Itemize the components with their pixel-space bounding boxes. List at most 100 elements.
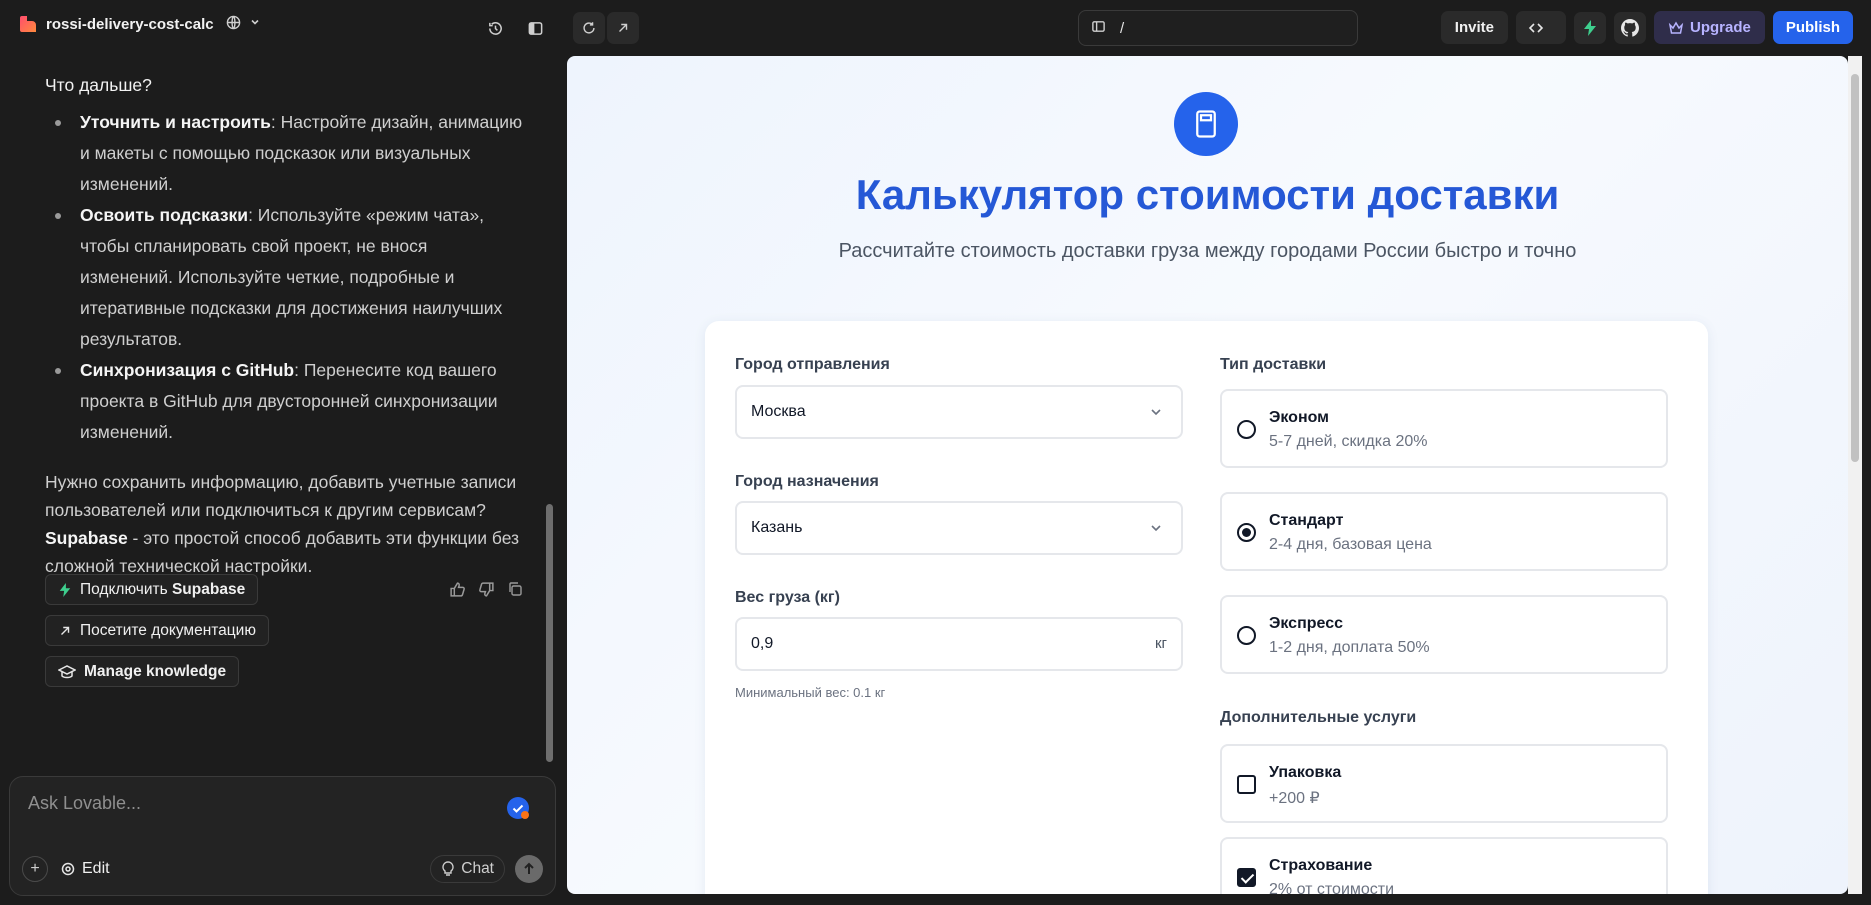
knowledge-label: Manage knowledge [84, 662, 227, 680]
page-title: Калькулятор стоимости доставки [855, 171, 1560, 218]
tips-list: Уточнить и настроить: Настройте дизайн, … [45, 107, 525, 448]
edit-label: Edit [82, 860, 110, 877]
manage-knowledge-button[interactable]: Manage knowledge [45, 656, 240, 687]
refresh-icon[interactable] [573, 12, 605, 44]
top-actions: Invite Upgrade Publish [1440, 11, 1853, 44]
option-desc: 5-7 дней, скидка 20% [1269, 433, 1428, 450]
composer-toolbar: + Edit Chat [22, 855, 543, 883]
option-desc: 2% от стоимости [1269, 881, 1395, 894]
list-item: Синхронизация с GitHub: Перенесите код в… [45, 355, 525, 448]
docs-label: Посетите документацию [80, 621, 256, 639]
sidebar-toggle-icon[interactable] [519, 12, 551, 44]
code-view-button[interactable] [1515, 11, 1566, 44]
weight-value: 0,9 [751, 635, 774, 652]
chat-action-buttons: Подключить Supabase Посетите документаци… [45, 574, 269, 687]
code-icon [1528, 22, 1544, 33]
extras-label: Дополнительные услуги [1220, 709, 1417, 726]
graduation-cap-icon [58, 664, 76, 678]
edit-button[interactable]: Edit [60, 860, 110, 878]
message-heading: Что дальше? [45, 75, 152, 95]
copy-icon[interactable] [507, 581, 523, 603]
tip-title: Освоить подсказки [80, 205, 249, 225]
radio-express[interactable] [1237, 626, 1256, 645]
list-item: Освоить подсказки: Используйте «режим ча… [45, 200, 525, 355]
app-preview: Калькулятор стоимости доставки Рассчитай… [567, 56, 1848, 894]
chat-mode-button[interactable]: Chat [430, 855, 505, 883]
destination-label: Город назначения [735, 473, 879, 490]
tip-title: Уточнить и настроить [80, 112, 271, 132]
tip-text: : Используйте «режим чата», чтобы сплани… [80, 205, 503, 349]
extra-option-insurance[interactable]: Страхование 2% от стоимости [1220, 837, 1668, 894]
target-icon [61, 862, 75, 876]
option-name: Эконом [1269, 409, 1330, 426]
chat-panel: Что дальше? Уточнить и настроить: Настро… [0, 56, 560, 905]
option-desc: +200 ₽ [1269, 790, 1320, 807]
weight-hint: Минимальный вес: 0.1 кг [735, 685, 886, 700]
delivery-type-label: Тип доставки [1220, 356, 1327, 373]
project-name[interactable]: rossi-delivery-cost-calc [46, 16, 214, 33]
calculator-form: Город отправления Москва Город назначени… [705, 321, 1708, 894]
visit-docs-button[interactable]: Посетите документацию [45, 615, 269, 646]
radio-standard[interactable] [1237, 523, 1256, 542]
weight-label: Вес груза (кг) [735, 589, 840, 606]
extra-option-packaging[interactable]: Упаковка +200 ₽ [1220, 744, 1668, 823]
option-desc: 2-4 дня, базовая цена [1269, 536, 1432, 553]
composer-input[interactable]: Ask Lovable... [28, 793, 141, 814]
upgrade-label: Upgrade [1689, 19, 1751, 36]
send-button[interactable] [515, 855, 543, 883]
open-external-icon[interactable] [607, 12, 639, 44]
checkbox-packaging[interactable] [1237, 775, 1256, 794]
origin-select[interactable]: Москва [735, 385, 1183, 439]
page-icon [1091, 19, 1106, 38]
origin-value: Москва [751, 403, 806, 420]
radio-economy[interactable] [1237, 420, 1256, 439]
list-item: Уточнить и настроить: Настройте дизайн, … [45, 107, 525, 200]
option-desc: 1-2 дня, доплата 50% [1269, 639, 1430, 656]
arrow-up-right-icon [61, 626, 70, 635]
arrow-up-icon [524, 862, 534, 874]
chevron-down-icon [1151, 525, 1161, 532]
scrollbar-thumb[interactable] [546, 504, 553, 762]
note-bold: Supabase [45, 528, 128, 548]
supabase-icon[interactable] [1573, 11, 1606, 44]
chat-message: Что дальше? Уточнить и настроить: Настро… [45, 70, 525, 580]
chat-composer[interactable]: Ask Lovable... + Edit Chat [9, 776, 556, 896]
status-check-icon [507, 797, 529, 819]
calculator-icon [1174, 92, 1238, 156]
option-name: Страхование [1269, 857, 1373, 874]
destination-select[interactable]: Казань [735, 501, 1183, 555]
chevron-down-icon [1151, 409, 1161, 416]
thumbs-down-icon[interactable] [478, 581, 495, 603]
upgrade-button[interactable]: Upgrade [1653, 11, 1765, 44]
weight-input[interactable]: 0,9 кг [735, 617, 1183, 671]
lightbulb-icon [442, 861, 454, 876]
checkbox-insurance[interactable] [1237, 868, 1256, 887]
chat-scrollbar[interactable] [546, 56, 554, 776]
invite-button[interactable]: Invite [1440, 11, 1508, 44]
option-name: Экспресс [1269, 615, 1343, 632]
globe-icon[interactable] [226, 15, 241, 33]
origin-label: Город отправления [735, 356, 890, 373]
chevron-down-icon[interactable] [249, 15, 261, 33]
delivery-option-standard[interactable]: Стандарт 2-4 дня, базовая цена [1220, 492, 1668, 571]
url-bar[interactable]: / [1078, 10, 1358, 46]
url-path: / [1120, 19, 1125, 37]
supabase-icon [59, 582, 71, 597]
connect-supabase-button[interactable]: Подключить Supabase [45, 574, 259, 605]
github-icon[interactable] [1613, 11, 1646, 44]
feedback-controls [449, 581, 523, 603]
scrollbar-thumb[interactable] [1851, 74, 1859, 462]
preview-scrollbar[interactable] [1848, 56, 1862, 894]
delivery-option-economy[interactable]: Эконом 5-7 дней, скидка 20% [1220, 389, 1668, 468]
thumbs-up-icon[interactable] [449, 581, 466, 603]
lovable-logo-icon [18, 14, 38, 34]
attach-plus-button[interactable]: + [22, 856, 48, 882]
tip-title: Синхронизация с GitHub [80, 360, 295, 380]
publish-button[interactable]: Publish [1772, 11, 1853, 44]
history-icon[interactable] [479, 12, 511, 44]
project-header: rossi-delivery-cost-calc [18, 14, 261, 34]
delivery-option-express[interactable]: Экспресс 1-2 дня, доплата 50% [1220, 595, 1668, 674]
page-subtitle: Рассчитайте стоимость доставки груза меж… [838, 240, 1577, 262]
note-text: Нужно сохранить информацию, добавить уче… [45, 472, 517, 520]
crown-icon [1668, 21, 1684, 34]
